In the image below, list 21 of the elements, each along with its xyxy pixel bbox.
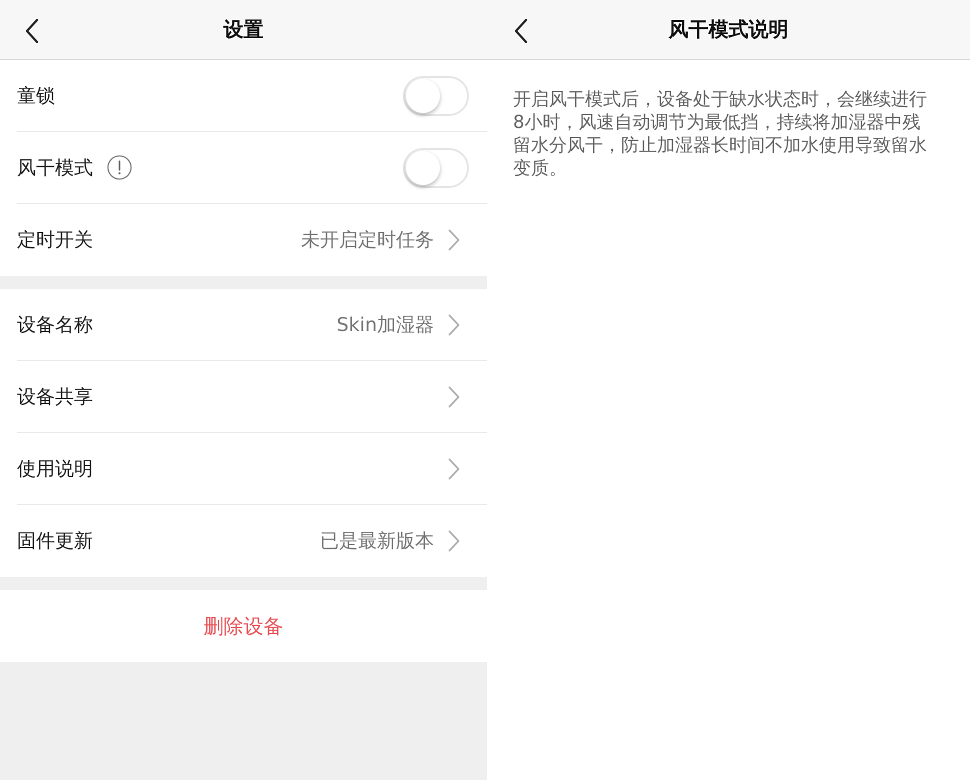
setting-value: Skin加湿器 <box>336 312 434 338</box>
chevron-icon <box>448 458 460 480</box>
settings-row[interactable]: 固件更新 已是最新版本 <box>17 505 487 577</box>
description-text: 开启风干模式后，设备处于缺水状态时，会继续进行8小时，风速自动调节为最低挡，持续将加湿器中残留水分风干，防止加湿器长时间不加水使用导致留水变质。 <box>513 88 928 180</box>
chevron-icon <box>448 530 460 552</box>
chevron-icon <box>448 386 460 408</box>
page-title: 设置 <box>224 16 264 43</box>
delete-button[interactable]: 删除设备 <box>0 590 487 662</box>
info-icon[interactable] <box>107 155 132 180</box>
setting-value: 未开启定时任务 <box>301 228 434 253</box>
setting-label: 风干模式 <box>17 156 93 180</box>
page-title: 风干模式说明 <box>668 16 788 43</box>
chevron-icon <box>448 229 460 251</box>
toggle-switch[interactable] <box>403 148 469 188</box>
setting-label: 童锁 <box>17 84 55 108</box>
chevron-icon <box>448 314 460 336</box>
back-icon[interactable] <box>25 19 39 43</box>
toggle-switch[interactable] <box>403 76 469 116</box>
settings-row[interactable]: 定时开关 未开启定时任务 <box>17 204 487 276</box>
setting-value: 已是最新版本 <box>320 529 434 554</box>
back-icon[interactable] <box>514 19 528 43</box>
